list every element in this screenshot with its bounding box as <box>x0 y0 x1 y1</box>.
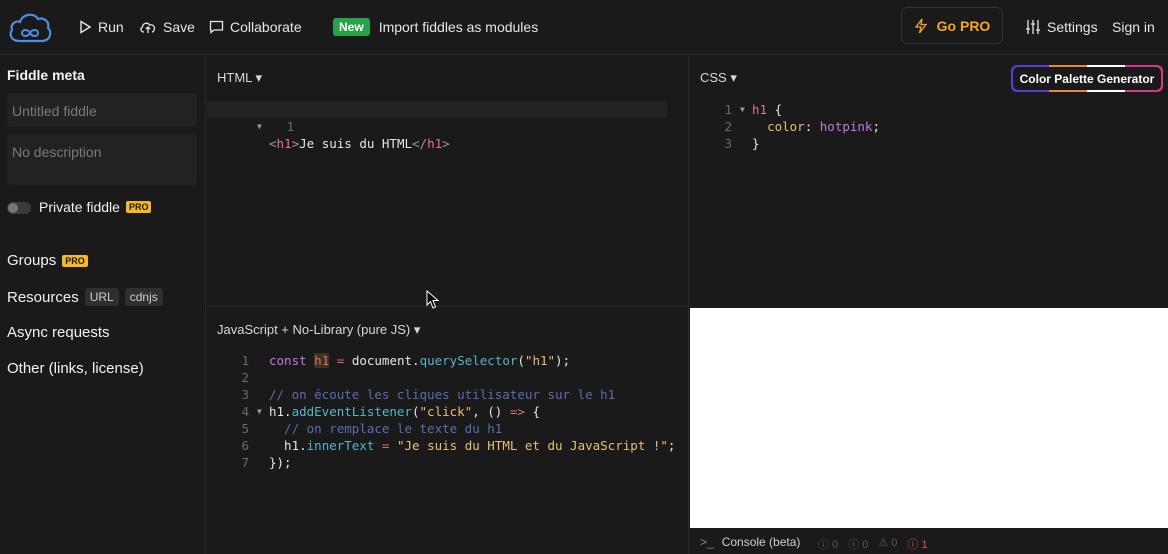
code-line: 1 ▼ <h1>Je suis du HTML</h1> <box>207 101 667 151</box>
code-line: 2 <box>241 370 249 385</box>
html-panel: HTML ▾ 1 ▼ <h1>Je suis du HTML</h1> <box>207 56 689 307</box>
new-badge: New <box>333 18 370 36</box>
code-line: 3// on écoute les cliques utilisateur su… <box>241 387 616 402</box>
settings-button[interactable]: Settings <box>1025 17 1098 37</box>
go-pro-label: Go PRO <box>936 17 991 34</box>
console-bar: >_ Console (beta) ⓘ 0 ⓘ 0 ⚠ 0 ⓘ 1 <box>690 528 1168 554</box>
html-label-text: HTML <box>217 70 252 85</box>
console-label-text: Console (beta) <box>721 535 801 549</box>
code-line: 6 h1.innerText = "Je suis du HTML et du … <box>241 438 676 453</box>
info-count: ⓘ 0 <box>818 539 839 551</box>
html-editor[interactable]: 1 ▼ <h1>Je suis du HTML</h1> <box>207 101 688 151</box>
result-iframe[interactable] <box>690 308 1168 528</box>
resources-label: Resources <box>7 288 79 306</box>
sign-in-label: Sign in <box>1112 19 1155 35</box>
css-label-text: CSS <box>700 70 727 85</box>
js-editor[interactable]: 1 const h1 = document.querySelector("h1")… <box>207 352 688 471</box>
top-bar: Run Save Collaborate New Import fiddles … <box>0 0 1168 55</box>
private-fiddle-text: Private fiddle <box>39 199 120 215</box>
code-line: 1 ▼ h1 { <box>724 101 783 118</box>
announcement-text: Import fiddles as modules <box>378 19 539 35</box>
color-palette-generator-button[interactable]: Color Palette Generator <box>1011 65 1163 92</box>
run-button[interactable]: Run <box>78 17 124 37</box>
fiddle-title-input[interactable]: Untitled fiddle <box>7 93 197 127</box>
save-label: Save <box>163 19 195 35</box>
terminal-prompt-icon: >_ <box>700 535 714 549</box>
resources-chip-url[interactable]: URL <box>84 288 119 306</box>
sidebar-item-groups[interactable]: Groups PRO <box>7 252 88 269</box>
fold-arrow-icon[interactable]: ▼ <box>740 101 745 118</box>
async-requests-label: Async requests <box>7 324 110 341</box>
javascript-panel: JavaScript + No-Library (pure JS) ▾ 1 con… <box>207 308 689 554</box>
code-line: 7}); <box>241 455 292 470</box>
cloud-upload-icon <box>140 22 156 33</box>
go-pro-button[interactable]: Go PRO <box>901 7 1003 44</box>
color-palette-label: Color Palette Generator <box>1013 67 1161 90</box>
fold-arrow-icon[interactable]: ▼ <box>257 403 262 420</box>
code-line: 3} <box>724 136 760 151</box>
resources-chip-cdnjs[interactable]: cdnjs <box>124 288 163 306</box>
css-panel: CSS ▾ 1 ▼ h1 { 2 color: hotpink; 3} <box>690 56 1168 307</box>
fold-arrow-icon[interactable]: ▼ <box>257 118 262 135</box>
html-code-line-1: <h1>Je suis du HTML</h1> <box>269 136 450 151</box>
collaborate-label: Collaborate <box>230 19 302 35</box>
code-line: 1 const h1 = document.querySelector("h1")… <box>241 353 571 368</box>
save-button[interactable]: Save <box>139 17 195 37</box>
sign-in-link[interactable]: Sign in <box>1112 17 1155 37</box>
sliders-icon <box>1026 20 1040 34</box>
settings-label: Settings <box>1047 19 1098 35</box>
console-toggle[interactable]: >_ Console (beta) <box>700 535 800 549</box>
css-editor[interactable]: 1 ▼ h1 { 2 color: hotpink; 3} <box>690 101 1168 152</box>
sidebar: Fiddle meta Untitled fiddle No descripti… <box>0 56 206 554</box>
chat-bubble-icon <box>209 20 224 34</box>
sidebar-item-async-requests[interactable]: Async requests <box>7 324 110 341</box>
log-count: ⓘ 0 <box>848 539 869 551</box>
groups-label: Groups <box>7 252 57 269</box>
pro-badge: PRO <box>125 201 152 213</box>
other-label: Other (links, license) <box>7 360 144 377</box>
sidebar-item-other[interactable]: Other (links, license) <box>7 360 144 377</box>
collaborate-button[interactable]: Collaborate <box>209 17 302 37</box>
jsfiddle-cloud-logo-icon[interactable] <box>7 10 53 44</box>
js-label-text: JavaScript + No-Library (pure JS) <box>217 322 411 337</box>
announcement-link[interactable]: New Import fiddles as modules <box>333 17 538 37</box>
fiddle-meta-title: Fiddle meta <box>7 67 85 83</box>
private-fiddle-toggle[interactable] <box>7 202 31 214</box>
code-line: 5 // on remplace le texte du h1 <box>241 421 503 436</box>
js-panel-label[interactable]: JavaScript + No-Library (pure JS) ▾ <box>217 322 420 338</box>
code-line: 2 color: hotpink; <box>724 119 880 134</box>
html-panel-label[interactable]: HTML ▾ <box>217 70 262 86</box>
run-label: Run <box>98 19 124 35</box>
console-counts: ⓘ 0 ⓘ 0 ⚠ 0 ⓘ 1 <box>818 536 928 552</box>
pro-badge: PRO <box>62 254 88 267</box>
code-line: 4 ▼ h1.addEventListener("click", () => { <box>241 403 540 420</box>
fiddle-description-input[interactable]: No description <box>7 134 197 185</box>
warning-count: ⚠ 0 <box>878 537 898 549</box>
css-panel-label[interactable]: CSS ▾ <box>700 70 737 86</box>
private-fiddle-label: Private fiddle PRO <box>39 199 152 215</box>
mouse-cursor-icon <box>426 290 440 309</box>
error-count: ⓘ 1 <box>907 539 928 551</box>
lightning-icon <box>914 18 927 33</box>
sidebar-item-resources[interactable]: Resources URL cdnjs <box>7 288 163 306</box>
play-icon <box>80 20 92 34</box>
